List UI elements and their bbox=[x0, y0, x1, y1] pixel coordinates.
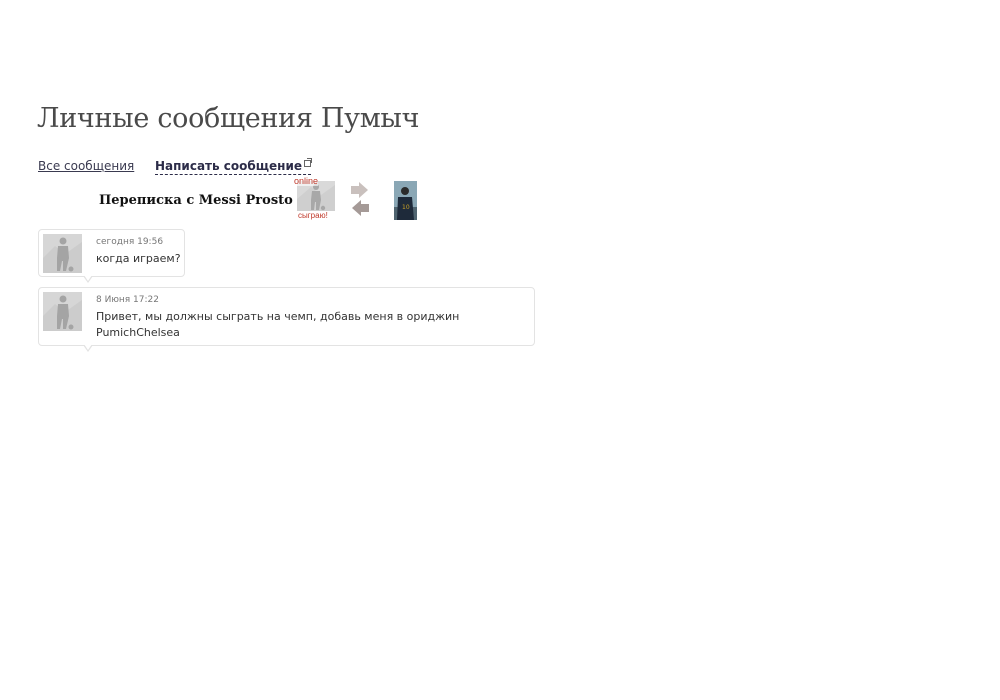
bubble-tail bbox=[83, 344, 93, 352]
swap-arrows-icon bbox=[351, 182, 369, 216]
message-text-line: PumichChelsea bbox=[96, 326, 180, 339]
message-text: Привет, мы должны сыграть на чемп, добав… bbox=[96, 309, 459, 341]
svg-text:10: 10 bbox=[402, 204, 410, 211]
write-message-label: Написать сообщение bbox=[155, 159, 302, 173]
player-photo-icon: 10 bbox=[394, 181, 417, 220]
online-status: online bbox=[294, 176, 319, 186]
play-status-tag: сыграю! bbox=[298, 211, 328, 220]
conversation-title: Переписка с Messi Prosto bbox=[99, 193, 293, 208]
message-avatar[interactable] bbox=[43, 234, 82, 273]
all-messages-link[interactable]: Все сообщения bbox=[38, 159, 134, 173]
player-silhouette-icon bbox=[43, 292, 82, 331]
player-silhouette-icon bbox=[43, 234, 82, 273]
other-user-avatar[interactable]: 10 bbox=[394, 181, 417, 220]
popup-icon bbox=[304, 158, 312, 167]
message-bubble: сегодня 19:56 когда играем? bbox=[38, 229, 185, 283]
bubble-tail bbox=[83, 275, 93, 283]
message-date: сегодня 19:56 bbox=[96, 237, 164, 247]
message-text: когда играем? bbox=[96, 252, 181, 265]
message-text-line: Привет, мы должны сыграть на чемп, добав… bbox=[96, 310, 460, 323]
message-date: 8 Июня 17:22 bbox=[96, 295, 159, 305]
message-bubble: 8 Июня 17:22 Привет, мы должны сыграть н… bbox=[38, 287, 535, 352]
write-message-link[interactable]: Написать сообщение bbox=[155, 158, 312, 175]
message-avatar[interactable] bbox=[43, 292, 82, 331]
page-title: Личные сообщения Пумыч bbox=[37, 103, 420, 134]
